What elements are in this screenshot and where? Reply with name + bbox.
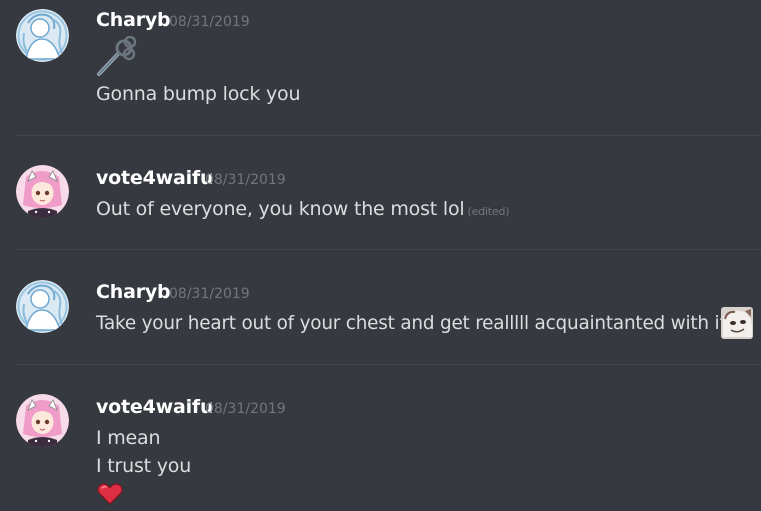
heart-icon	[97, 483, 123, 509]
username[interactable]: vote4waifu	[96, 396, 214, 418]
charyb-avatar-icon	[16, 280, 69, 333]
edited-indicator: (edited)	[467, 205, 510, 218]
message-text: I trust you	[96, 455, 192, 477]
charyb-avatar-icon	[16, 9, 69, 62]
username[interactable]: Charyb	[96, 281, 171, 303]
message-text-content: Out of everyone, you know the most lol	[96, 198, 465, 220]
username[interactable]: Charyb	[96, 9, 171, 31]
message-text: Take your heart out of your chest and ge…	[96, 313, 727, 334]
message-text: Gonna bump lock you	[96, 83, 301, 105]
message-group: Charyb 08/31/2019 Take your heart out of…	[0, 250, 761, 364]
message-group: vote4waifu 08/31/2019 I mean I trust you	[0, 365, 761, 511]
timestamp: 08/31/2019	[205, 172, 286, 188]
message-text: I mean	[96, 427, 161, 449]
message-group: vote4waifu 08/31/2019 Out of everyone, y…	[0, 136, 761, 249]
avatar[interactable]	[16, 280, 69, 333]
message-text: Out of everyone, you know the most lol (e…	[96, 198, 510, 220]
message-group: Charyb 08/31/2019 Gonna bump lock you	[0, 0, 761, 135]
key-icon	[96, 35, 138, 82]
vote4waifu-avatar-icon	[16, 165, 69, 218]
timestamp: 08/31/2019	[205, 401, 286, 417]
avatar[interactable]	[16, 9, 69, 62]
custom-face-emoji	[721, 307, 753, 343]
username[interactable]: vote4waifu	[96, 167, 214, 189]
timestamp: 08/31/2019	[169, 14, 250, 30]
vote4waifu-avatar-icon	[16, 394, 69, 447]
avatar[interactable]	[16, 394, 69, 447]
timestamp: 08/31/2019	[169, 286, 250, 302]
avatar[interactable]	[16, 165, 69, 218]
